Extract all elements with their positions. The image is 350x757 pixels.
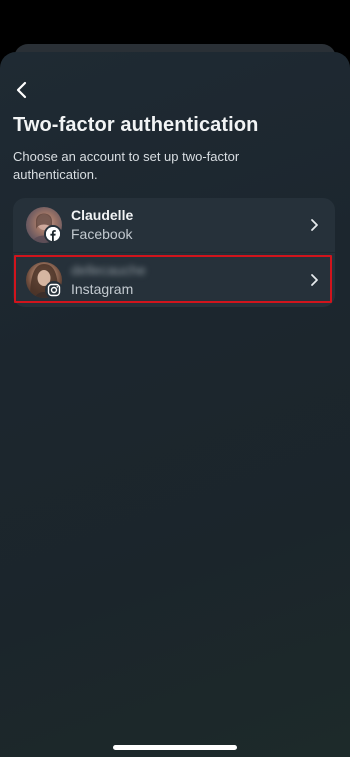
- back-button[interactable]: [10, 78, 34, 102]
- account-name: dellecauche: [71, 262, 146, 278]
- page-title: Two-factor authentication: [13, 114, 259, 136]
- chevron-left-icon: [16, 81, 27, 99]
- instagram-icon: [45, 281, 63, 299]
- chevron-right-icon: [307, 272, 321, 288]
- device-screen: Two-factor authentication Choose an acco…: [0, 0, 350, 757]
- account-row-instagram[interactable]: dellecauche Instagram: [13, 253, 335, 307]
- account-platform: Facebook: [71, 226, 133, 242]
- account-list: Claudelle Facebook dellecauche Instagram: [13, 198, 335, 307]
- home-indicator[interactable]: [113, 745, 237, 750]
- two-factor-sheet: Two-factor authentication Choose an acco…: [0, 52, 350, 757]
- account-platform: Instagram: [71, 281, 134, 297]
- account-row-facebook[interactable]: Claudelle Facebook: [13, 198, 335, 252]
- account-name: Claudelle: [71, 207, 134, 223]
- facebook-icon: [44, 225, 62, 243]
- chevron-right-icon: [307, 217, 321, 233]
- page-subtitle: Choose an account to set up two-factor a…: [13, 149, 240, 182]
